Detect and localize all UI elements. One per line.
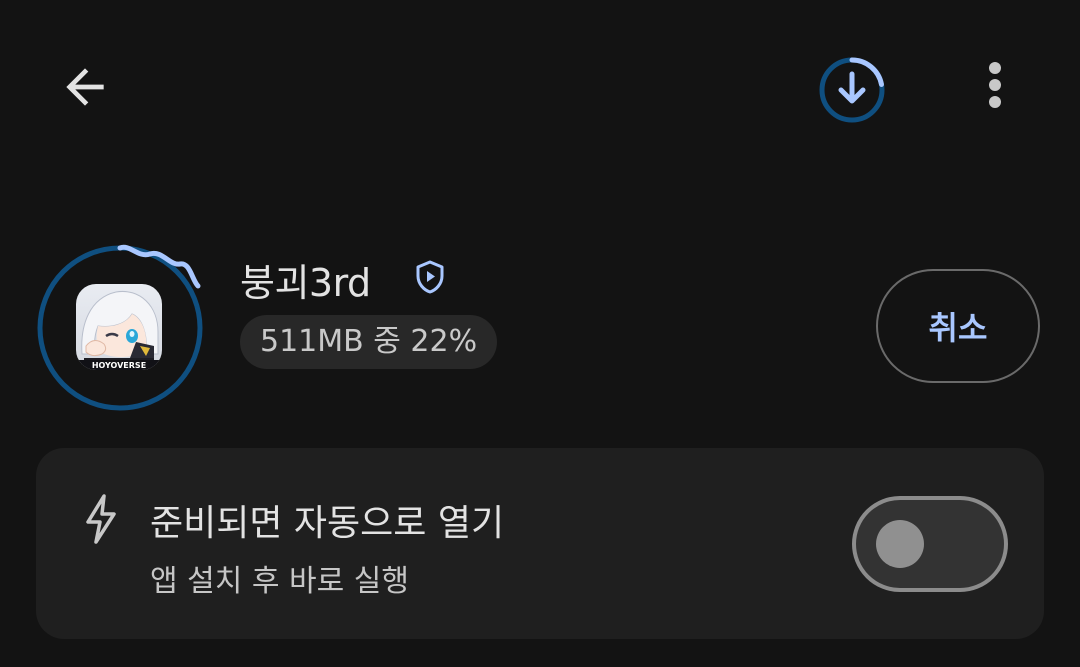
more-options-button[interactable]	[960, 50, 1030, 120]
more-vert-icon	[989, 62, 1001, 108]
arrow-back-icon	[66, 68, 104, 106]
download-progress-icon	[819, 57, 885, 123]
app-title: 붕괴3rd	[240, 261, 371, 305]
toggle-thumb	[876, 520, 924, 568]
app-icon: HOYOVERSE	[76, 284, 162, 370]
download-status-chip: 511MB 중 22%	[240, 315, 498, 369]
auto-open-toggle[interactable]	[852, 496, 1008, 592]
flash-icon	[86, 494, 116, 544]
auto-open-title: 준비되면 자동으로 열기	[150, 503, 505, 544]
download-status-button[interactable]	[810, 48, 894, 132]
cancel-button[interactable]: 취소	[876, 269, 1040, 383]
back-button[interactable]	[50, 52, 120, 122]
auto-open-subtitle: 앱 설치 후 바로 실행	[150, 564, 409, 599]
app-icon-logo-text: HOYOVERSE	[92, 361, 146, 370]
play-protect-badge-icon	[416, 260, 444, 294]
